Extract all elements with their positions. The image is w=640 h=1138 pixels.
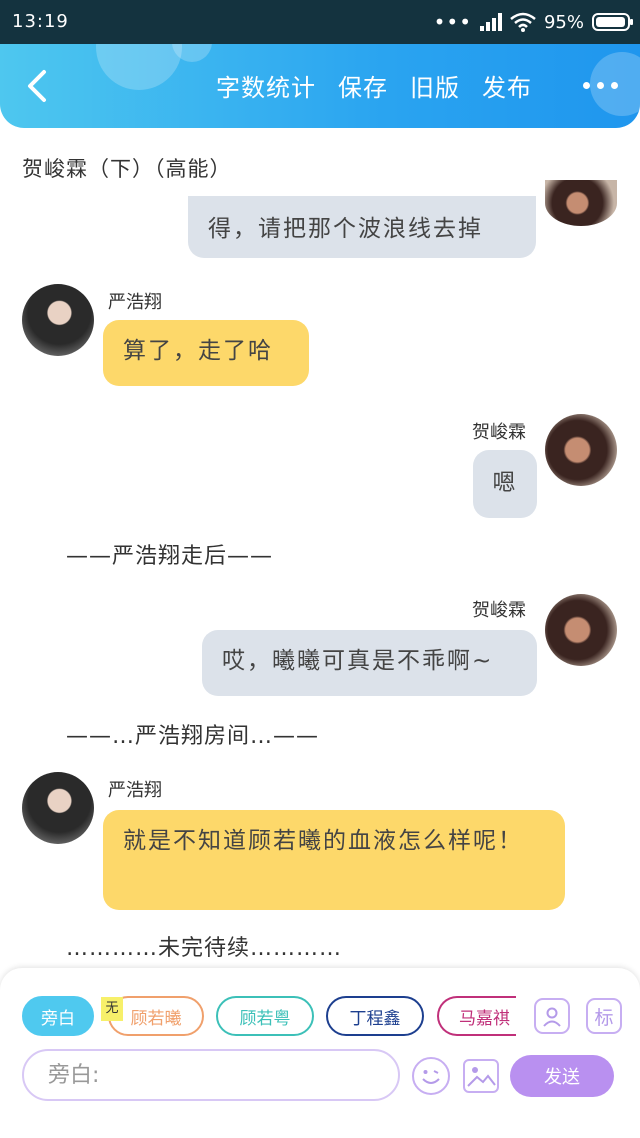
sender-name: 贺峻霖 (472, 422, 526, 443)
message-text: 哎，曦曦可真是不乖啊~ (222, 648, 494, 674)
status-bar: 13:19 ••• 95% (0, 0, 640, 44)
role-tag-mini: 无 (101, 997, 123, 1021)
sender-name: 贺峻霖 (472, 600, 526, 621)
publish-button[interactable]: 发布 (482, 68, 532, 103)
send-button[interactable]: 发送 (510, 1055, 614, 1097)
chat-title: 贺峻霖（下）（高能） (22, 157, 232, 181)
battery-icon (592, 13, 633, 31)
sender-name: 严浩翔 (108, 292, 162, 313)
person-card-icon[interactable] (534, 998, 570, 1034)
wifi-icon (510, 12, 536, 32)
narration-text: ——严浩翔走后—— (66, 544, 274, 569)
message-text: 算了，走了哈 (123, 338, 273, 364)
avatar[interactable] (22, 772, 94, 844)
narration-text: ——…严浩翔房间…—— (66, 724, 320, 749)
status-dots: ••• (433, 10, 472, 34)
avatar[interactable] (545, 594, 617, 666)
image-icon[interactable] (463, 1059, 499, 1093)
status-time: 13:19 (12, 11, 69, 32)
message-bubble[interactable]: 就是不知道顾若曦的血液怎么样呢！ (103, 810, 565, 910)
battery-fill (596, 17, 625, 27)
old-version-button[interactable]: 旧版 (410, 68, 460, 103)
tag-icon[interactable]: 标 (586, 998, 622, 1034)
smile-icon[interactable] (412, 1057, 450, 1095)
battery-percent: 95% (543, 11, 584, 33)
message-text: 就是不知道顾若曦的血液怎么样呢！ (123, 828, 523, 854)
role-chip-narration[interactable]: 旁白 (22, 996, 94, 1036)
avatar[interactable] (22, 284, 94, 356)
role-chip[interactable]: 马嘉祺 (437, 996, 516, 1036)
narration-input[interactable] (22, 1049, 400, 1101)
avatar[interactable] (545, 414, 617, 486)
role-chip[interactable]: 丁程鑫 (326, 996, 424, 1036)
message-bubble[interactable]: 哎，曦曦可真是不乖啊~ (202, 630, 537, 696)
message-bubble[interactable]: 嗯 (473, 450, 537, 518)
sender-name: 严浩翔 (108, 780, 162, 801)
more-dots-icon[interactable] (583, 82, 618, 89)
message-text: 嗯 (492, 470, 518, 496)
message-bubble[interactable]: 得，请把那个波浪线去掉 (188, 196, 536, 258)
chevron-left-icon[interactable] (22, 66, 58, 106)
header-actions: 字数统计 保存 旧版 发布 (216, 68, 532, 103)
header-decoration (96, 44, 182, 90)
status-indicators: ••• 95% (433, 9, 633, 35)
role-chip[interactable]: 顾若粤 (216, 996, 314, 1036)
save-button[interactable]: 保存 (338, 68, 388, 103)
message-text: 得，请把那个波浪线去掉 (208, 216, 483, 242)
word-count-button[interactable]: 字数统计 (216, 68, 316, 103)
message-bubble[interactable]: 算了，走了哈 (103, 320, 309, 386)
avatar[interactable] (545, 180, 617, 226)
editor-header: 字数统计 保存 旧版 发布 (0, 44, 640, 128)
narration-text: …………未完待续………… (66, 936, 343, 961)
tag-label: 标 (594, 1006, 614, 1029)
signal-icon (479, 13, 502, 31)
